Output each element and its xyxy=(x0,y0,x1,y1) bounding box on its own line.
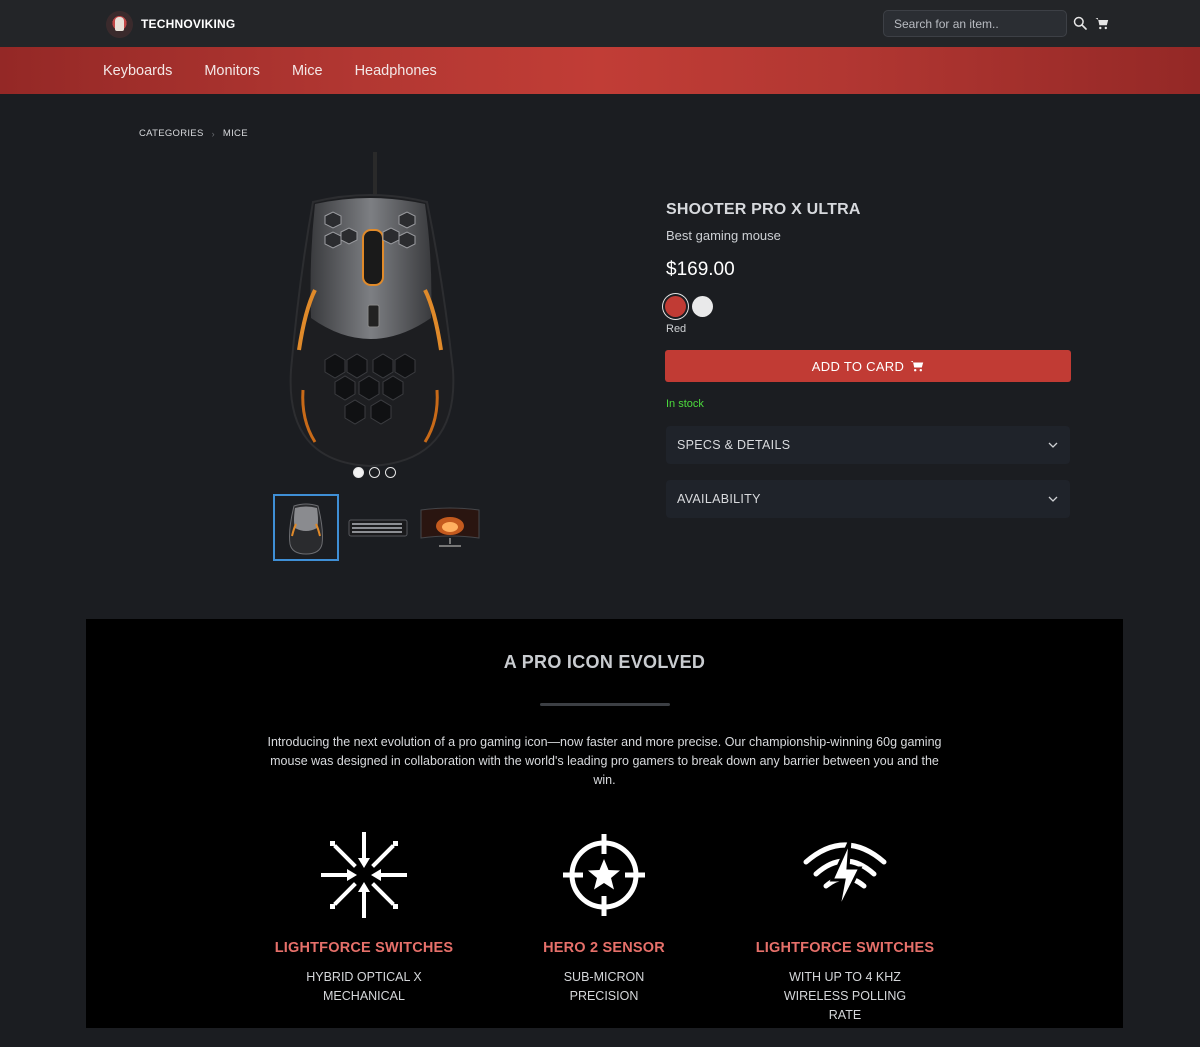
feature-column: LIGHTFORCE SWITCHES HYBRID OPTICAL X MEC… xyxy=(244,832,484,1006)
add-to-cart-button[interactable]: ADD TO CARD xyxy=(665,350,1071,382)
feature-title: A PRO ICON EVOLVED xyxy=(503,652,706,672)
chevron-down-icon xyxy=(1048,442,1058,448)
feature-heading: HERO 2 SENSOR xyxy=(543,940,665,956)
thumbnail-strip xyxy=(273,494,483,561)
wireless-bolt-icon xyxy=(803,839,887,913)
feature-divider xyxy=(540,703,670,706)
accordion-availability[interactable]: AVAILABILITY xyxy=(666,480,1070,518)
accordion-availability-label: AVAILABILITY xyxy=(677,492,761,506)
product-title: SHOOTER PRO X ULTRA xyxy=(666,201,861,218)
feature-section: A PRO ICON EVOLVED Introducing the next … xyxy=(86,619,1123,1028)
product-price: $169.00 xyxy=(666,259,735,280)
feature-text: WITH UP TO 4 KHZ WIRELESS POLLING RATE xyxy=(783,970,907,1022)
burst-arrows-icon xyxy=(321,832,407,918)
carousel-dot[interactable] xyxy=(385,467,396,478)
breadcrumb-mice[interactable]: MICE xyxy=(223,128,248,139)
selected-color-label: Red xyxy=(666,323,687,335)
breadcrumb: CATEGORIES › MICE xyxy=(139,128,248,139)
product-subtitle: Best gaming mouse xyxy=(666,228,781,243)
color-swatch-red[interactable] xyxy=(665,296,686,317)
brand[interactable]: TECHNOVIKING xyxy=(106,10,235,38)
nav-item-mice[interactable]: Mice xyxy=(292,63,323,79)
stock-status: In stock xyxy=(666,398,704,410)
thumbnail-monitor[interactable] xyxy=(417,494,483,561)
viking-logo-icon xyxy=(106,10,133,38)
cart-icon xyxy=(910,361,924,372)
brand-name: TECHNOVIKING xyxy=(141,17,236,31)
accordion-specs[interactable]: SPECS & DETAILS xyxy=(666,426,1070,464)
search-icon[interactable] xyxy=(1072,15,1088,31)
feature-description: Introducing the next evolution of a pro … xyxy=(267,735,942,787)
product-main-image[interactable] xyxy=(275,150,465,470)
chevron-down-icon xyxy=(1048,496,1058,502)
chevron-right-icon: › xyxy=(211,128,215,139)
nav-item-monitors[interactable]: Monitors xyxy=(204,63,260,79)
nav-item-keyboards[interactable]: Keyboards xyxy=(103,63,172,79)
top-header: TECHNOVIKING xyxy=(0,0,1200,47)
crosshair-star-icon xyxy=(563,834,645,916)
feature-text: HYBRID OPTICAL X MECHANICAL xyxy=(306,970,422,1003)
feature-text: SUB-MICRON PRECISION xyxy=(563,970,645,1003)
feature-heading: LIGHTFORCE SWITCHES xyxy=(755,940,935,956)
breadcrumb-categories[interactable]: CATEGORIES xyxy=(139,128,204,139)
feature-column: LIGHTFORCE SWITCHES WITH UP TO 4 KHZ WIR… xyxy=(725,832,965,1025)
accordion-specs-label: SPECS & DETAILS xyxy=(677,438,791,452)
thumbnail-keyboard[interactable] xyxy=(345,494,411,561)
carousel-dot[interactable] xyxy=(353,467,364,478)
color-swatches xyxy=(665,296,713,317)
nav-item-headphones[interactable]: Headphones xyxy=(355,63,437,79)
carousel-dots xyxy=(353,467,396,478)
cart-icon[interactable] xyxy=(1094,15,1110,31)
thumbnail-mouse[interactable] xyxy=(273,494,339,561)
add-to-cart-label: ADD TO CARD xyxy=(811,358,905,374)
feature-column: HERO 2 SENSOR SUB-MICRON PRECISION xyxy=(484,832,724,1006)
feature-heading: LIGHTFORCE SWITCHES xyxy=(274,940,454,956)
search-input[interactable] xyxy=(883,10,1067,37)
color-swatch-white[interactable] xyxy=(692,296,713,317)
category-nav: Keyboards Monitors Mice Headphones xyxy=(0,47,1200,94)
carousel-dot[interactable] xyxy=(369,467,380,478)
